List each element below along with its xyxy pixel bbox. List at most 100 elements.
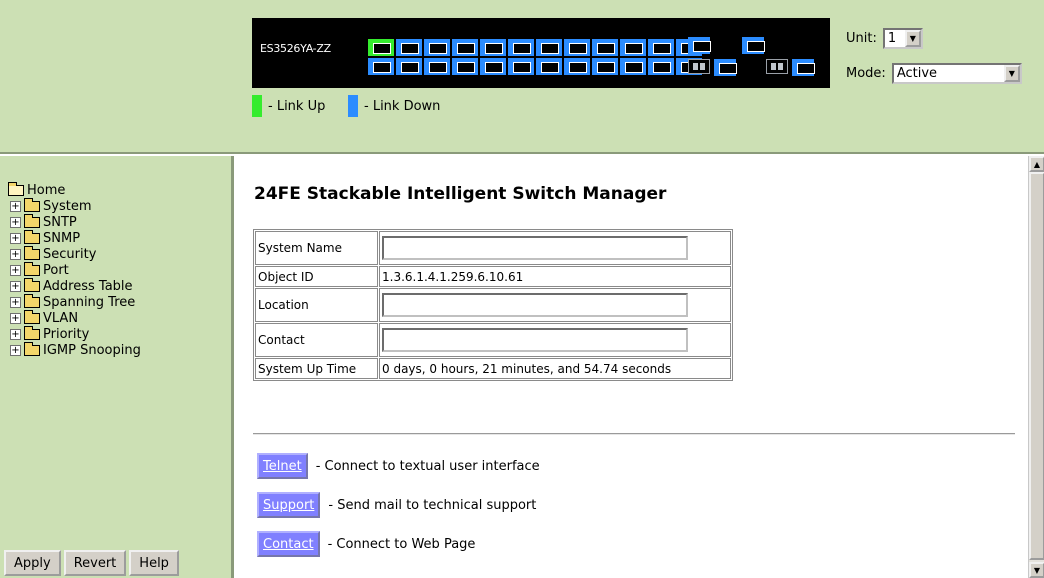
- port-16[interactable]: [564, 58, 590, 75]
- port-18[interactable]: [592, 58, 618, 75]
- port-26[interactable]: [742, 37, 765, 54]
- port-14[interactable]: [536, 58, 562, 75]
- content-frame: 24FE Stackable Intelligent Switch Manage…: [237, 156, 1044, 578]
- port-10[interactable]: [480, 58, 506, 75]
- table-row: Location: [255, 288, 731, 322]
- port-12[interactable]: [508, 58, 534, 75]
- expand-icon[interactable]: +: [10, 344, 21, 356]
- top-frame: ES3526YA-ZZ - Link Up - Link Down Unit: …: [0, 0, 1044, 154]
- telnet-button[interactable]: Telnet: [257, 453, 308, 479]
- contact-description: - Connect to Web Page: [327, 536, 476, 552]
- vertical-scrollbar[interactable]: ▲ ▼: [1028, 156, 1044, 578]
- table-row: System Name: [255, 231, 731, 265]
- expand-icon[interactable]: +: [10, 296, 21, 308]
- expand-icon[interactable]: +: [10, 264, 21, 276]
- port-2[interactable]: [368, 58, 394, 75]
- folder-icon: [24, 293, 40, 308]
- expand-icon[interactable]: +: [10, 248, 21, 260]
- unit-select-value: 1: [887, 31, 897, 46]
- port-5[interactable]: [424, 39, 450, 56]
- scroll-thumb[interactable]: [1029, 172, 1044, 560]
- mode-select[interactable]: Active ▼: [891, 63, 1022, 84]
- unit-select[interactable]: 1 ▼: [882, 28, 923, 49]
- support-button[interactable]: Support: [257, 492, 321, 518]
- port-1[interactable]: [368, 39, 394, 56]
- tree-item-label: SNTP: [43, 214, 77, 230]
- contact-link-row: Contact - Connect to Web Page: [257, 531, 475, 557]
- port-4[interactable]: [396, 58, 422, 75]
- tree-item-sntp[interactable]: + SNTP: [10, 213, 141, 230]
- tree-item-system[interactable]: + System: [10, 197, 141, 214]
- system-name-input[interactable]: [382, 236, 688, 260]
- port-3[interactable]: [396, 39, 422, 56]
- expand-icon[interactable]: +: [10, 216, 21, 228]
- table-row: Object ID 1.3.6.1.4.1.259.6.10.61: [255, 266, 731, 287]
- folder-icon: [24, 309, 40, 324]
- support-description: - Send mail to technical support: [328, 497, 537, 513]
- tree-item-home[interactable]: Home: [8, 181, 141, 198]
- port-26-alt[interactable]: [792, 59, 815, 76]
- port-21[interactable]: [648, 39, 674, 56]
- tree-item-port[interactable]: + Port: [10, 261, 141, 278]
- tree-item-address-table[interactable]: + Address Table: [10, 277, 141, 294]
- contact-button[interactable]: Contact: [257, 531, 320, 557]
- port-20[interactable]: [620, 58, 646, 75]
- folder-icon: [24, 213, 40, 228]
- port-13[interactable]: [536, 39, 562, 56]
- scroll-up-icon[interactable]: ▲: [1029, 156, 1044, 172]
- unit-selector-row: Unit: 1 ▼: [846, 28, 923, 49]
- revert-button[interactable]: Revert: [63, 550, 127, 576]
- tree-item-igmp-snooping[interactable]: + IGMP Snooping: [10, 341, 141, 358]
- system-up-time-label: System Up Time: [255, 358, 378, 379]
- location-label: Location: [255, 288, 378, 322]
- tree-item-spanning-tree[interactable]: + Spanning Tree: [10, 293, 141, 310]
- port-17[interactable]: [592, 39, 618, 56]
- tree-item-label: System: [43, 198, 92, 214]
- expand-icon[interactable]: +: [10, 328, 21, 340]
- port-19[interactable]: [620, 39, 646, 56]
- unit-label: Unit:: [846, 31, 877, 46]
- port-25[interactable]: [688, 37, 711, 54]
- mode-label: Mode:: [846, 66, 886, 81]
- port-25-alt[interactable]: [714, 59, 737, 76]
- expand-icon[interactable]: +: [10, 232, 21, 244]
- tree-item-vlan[interactable]: + VLAN: [10, 309, 141, 326]
- chevron-down-icon[interactable]: ▼: [904, 30, 921, 47]
- port-15[interactable]: [564, 39, 590, 56]
- folder-icon: [24, 197, 40, 212]
- folder-icon: [24, 261, 40, 276]
- help-button[interactable]: Help: [129, 550, 179, 576]
- expand-icon[interactable]: +: [10, 312, 21, 324]
- tree-item-security[interactable]: + Security: [10, 245, 141, 262]
- location-input[interactable]: [382, 293, 688, 317]
- sfp-port-26[interactable]: [766, 59, 788, 74]
- telnet-link-row: Telnet - Connect to textual user interfa…: [257, 453, 540, 479]
- sfp-port-25[interactable]: [688, 59, 710, 74]
- apply-button[interactable]: Apply: [4, 550, 61, 576]
- scroll-down-icon[interactable]: ▼: [1029, 562, 1044, 578]
- port-8[interactable]: [452, 58, 478, 75]
- chevron-down-icon[interactable]: ▼: [1003, 65, 1020, 82]
- system-name-label: System Name: [255, 231, 378, 265]
- object-id-value: 1.3.6.1.4.1.259.6.10.61: [379, 266, 731, 287]
- link-up-swatch: [252, 95, 262, 117]
- tree-item-label: SNMP: [43, 230, 81, 246]
- link-down-label: - Link Down: [364, 98, 441, 114]
- navigation-tree: Home + System + SNTP + SNMP + Security +…: [8, 181, 141, 358]
- support-link-row: Support - Send mail to technical support: [257, 492, 536, 518]
- mode-selector-row: Mode: Active ▼: [846, 63, 1022, 84]
- tree-item-snmp[interactable]: + SNMP: [10, 229, 141, 246]
- contact-input[interactable]: [382, 328, 688, 352]
- port-11[interactable]: [508, 39, 534, 56]
- port-9[interactable]: [480, 39, 506, 56]
- expand-icon[interactable]: +: [10, 280, 21, 292]
- tree-item-label: VLAN: [43, 310, 79, 326]
- folder-icon: [24, 229, 40, 244]
- expand-icon[interactable]: +: [10, 200, 21, 212]
- port-6[interactable]: [424, 58, 450, 75]
- folder-open-icon: [8, 181, 24, 196]
- table-row: System Up Time 0 days, 0 hours, 21 minut…: [255, 358, 731, 379]
- port-22[interactable]: [648, 58, 674, 75]
- tree-item-priority[interactable]: + Priority: [10, 325, 141, 342]
- port-7[interactable]: [452, 39, 478, 56]
